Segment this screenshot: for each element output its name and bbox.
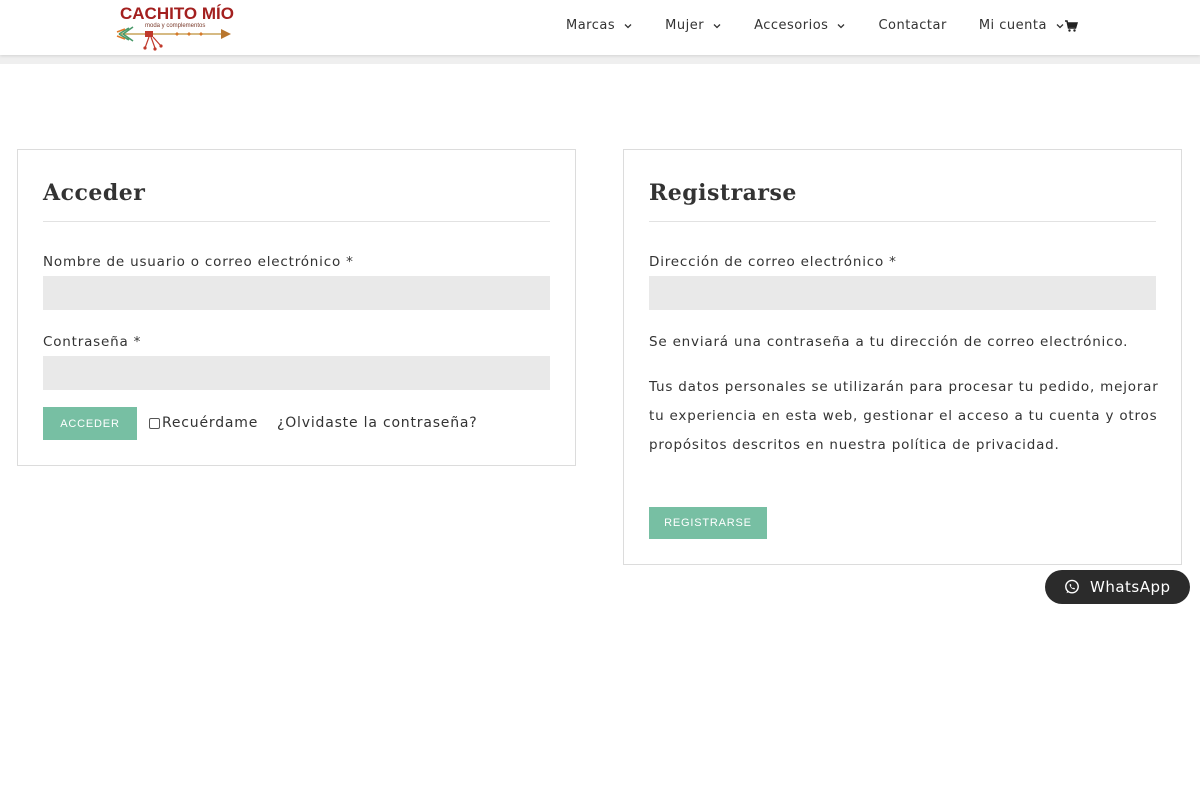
email-label-text: Dirección de correo electrónico (649, 254, 885, 270)
register-card: Registrarse Dirección de correo electrón… (623, 149, 1182, 565)
required-marker: * (889, 254, 897, 270)
register-title-divider (649, 221, 1156, 222)
register-title: Registrarse (649, 180, 797, 206)
required-marker: * (133, 334, 142, 350)
remember-me-label: Recuérdame (162, 415, 259, 431)
chevron-down-icon (713, 23, 721, 28)
login-title-divider (43, 221, 550, 222)
nav-item-label: Accesorios (754, 18, 829, 33)
login-button[interactable]: ACCEDER (43, 407, 137, 440)
register-button[interactable]: REGISTRARSE (649, 507, 767, 539)
nav-item-mujer[interactable]: Mujer (665, 18, 722, 33)
chevron-down-icon (624, 23, 632, 28)
main-nav: Marcas Mujer Accesorios Contactar Mi cue… (566, 18, 1097, 33)
remember-me-checkbox[interactable] (149, 417, 160, 429)
whatsapp-button[interactable]: WhatsApp (1045, 570, 1190, 604)
site-header: CACHITO MÍO moda y complementos Marcas M… (0, 0, 1200, 55)
username-label-text: Nombre de usuario o correo electrónico (43, 254, 342, 270)
password-label-text: Contraseña (43, 334, 129, 350)
nav-item-label: Marcas (566, 18, 616, 33)
nav-item-mi-cuenta[interactable]: Mi cuenta (979, 18, 1065, 33)
logo-title: CACHITO MÍO (120, 4, 234, 23)
username-label: Nombre de usuario o correo electrónico * (43, 254, 354, 270)
password-label: Contraseña * (43, 334, 141, 350)
whatsapp-label: WhatsApp (1090, 578, 1171, 596)
header-divider-band (0, 55, 1200, 64)
whatsapp-icon (1065, 579, 1079, 594)
arrow-logo-icon (116, 26, 231, 51)
lost-password-link[interactable]: ¿Olvidaste la contraseña? (277, 415, 478, 431)
nav-item-label: Contactar (878, 18, 947, 33)
nav-item-accesorios[interactable]: Accesorios (754, 18, 846, 33)
chevron-down-icon (837, 23, 845, 28)
shopping-cart-icon[interactable] (1064, 19, 1078, 33)
login-title: Acceder (43, 180, 146, 206)
email-label: Dirección de correo electrónico * (649, 254, 897, 270)
remember-me[interactable]: Recuérdame (149, 415, 258, 431)
site-logo[interactable]: CACHITO MÍO moda y complementos (115, 2, 235, 54)
nav-item-contactar[interactable]: Contactar (878, 18, 946, 33)
password-note: Se enviará una contraseña a tu dirección… (649, 334, 1129, 350)
privacy-text: Tus datos personales se utilizarán para … (649, 379, 1159, 453)
login-card: Acceder Nombre de usuario o correo elect… (17, 149, 576, 466)
nav-item-marcas[interactable]: Marcas (566, 18, 633, 33)
nav-item-label: Mi cuenta (978, 18, 1047, 33)
required-marker: * (346, 254, 354, 270)
nav-item-label: Mujer (665, 18, 705, 33)
register-email-input[interactable] (649, 276, 1156, 310)
password-input[interactable] (43, 356, 550, 390)
username-input[interactable] (43, 276, 550, 310)
